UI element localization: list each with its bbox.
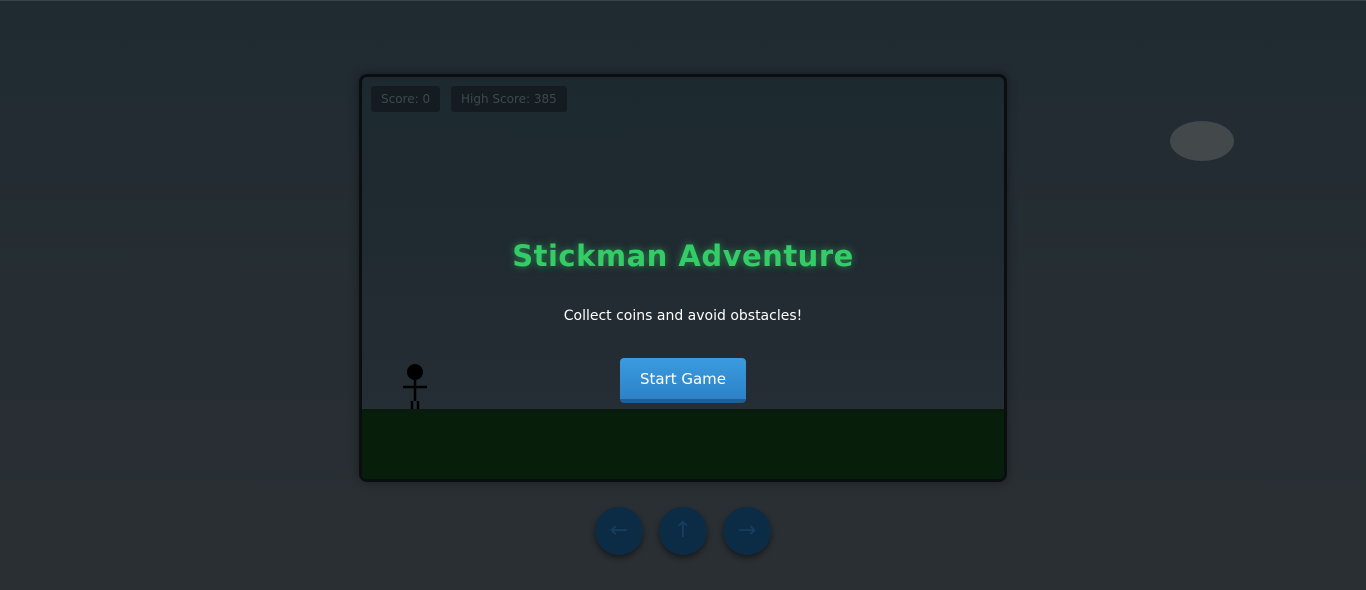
game-title: Stickman Adventure [512, 239, 854, 273]
move-right-button[interactable]: → [723, 507, 771, 555]
jump-button[interactable]: ↑ [659, 507, 707, 555]
high-score-display: High Score: 385 [451, 86, 567, 112]
moon-icon [1170, 121, 1234, 161]
game-subtitle: Collect coins and avoid obstacles! [563, 308, 803, 324]
game-canvas[interactable]: Score: 0 High Score: 385 Stickman Advent… [359, 74, 1007, 482]
start-game-button[interactable]: Start Game [620, 358, 746, 403]
move-left-button[interactable]: ← [595, 507, 643, 555]
top-divider [0, 0, 1366, 1]
score-display: Score: 0 [371, 86, 441, 112]
ground [362, 409, 1004, 479]
